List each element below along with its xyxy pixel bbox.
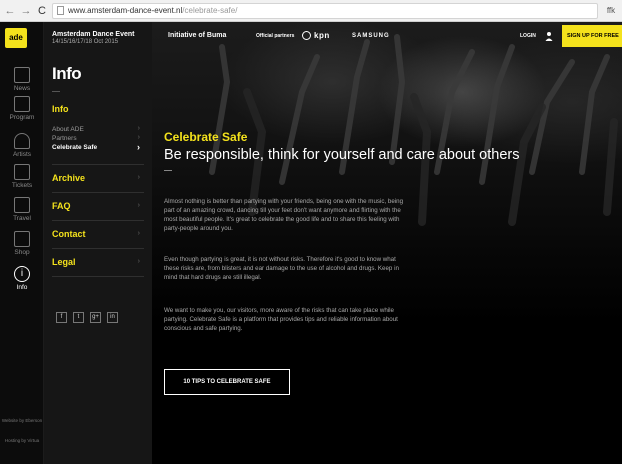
rail-item-news[interactable]: News	[0, 67, 44, 92]
top-bar: Initiative of Buma Official partners kpn…	[152, 22, 622, 50]
rail-item-label: Info	[16, 284, 28, 291]
google-plus-icon[interactable]: g+	[90, 312, 101, 323]
extension-icon[interactable]: ffk	[604, 6, 618, 15]
section-contact[interactable]: Contact	[52, 229, 86, 239]
hosting-credit[interactable]: Hosting by Virtua	[0, 438, 44, 444]
chevron-right-icon: ›	[137, 174, 140, 181]
user-icon[interactable]	[545, 31, 553, 41]
page-icon	[57, 6, 64, 15]
login-link[interactable]: LOGIN	[520, 33, 536, 39]
body-paragraph: Even though partying is great, it is not…	[164, 256, 399, 281]
ade-logo[interactable]: ade	[5, 28, 27, 48]
divider	[52, 192, 144, 193]
reload-button[interactable]: C	[36, 4, 48, 18]
travel-icon	[14, 197, 30, 213]
rail-item-tickets[interactable]: Tickets	[0, 164, 44, 189]
divider	[52, 220, 144, 221]
url-path: /celebrate-safe/	[182, 6, 238, 15]
main-content: Initiative of Buma Official partners kpn…	[152, 22, 622, 464]
body-paragraph: We want to make you, our visitors, more …	[164, 307, 398, 332]
artists-icon	[14, 133, 30, 149]
section-legal[interactable]: Legal	[52, 257, 76, 267]
title-underline	[164, 170, 172, 171]
initiative-label[interactable]: Initiative of Buma	[168, 32, 226, 39]
back-button[interactable]: ←	[4, 4, 16, 18]
menu-item-about-ade[interactable]: About ADE	[52, 126, 84, 133]
divider	[52, 276, 144, 277]
rail-item-travel[interactable]: Travel	[0, 197, 44, 222]
twitter-icon[interactable]: t	[73, 312, 84, 323]
panel-title: Info	[52, 64, 82, 83]
kpn-logo-icon	[302, 31, 311, 40]
rail-item-label: Tickets	[11, 182, 33, 189]
rail-item-info[interactable]: i Info	[0, 266, 44, 291]
chevron-right-icon: ›	[137, 125, 140, 132]
rail-item-label: Shop	[14, 249, 30, 256]
info-panel: Amsterdam Dance Event 14/15/16/17/18 Oct…	[44, 22, 152, 464]
tips-button[interactable]: 10 TIPS TO CELEBRATE SAFE	[164, 369, 290, 395]
forward-button[interactable]: →	[20, 4, 32, 18]
divider	[52, 248, 144, 249]
event-dates: 14/15/16/17/18 Oct 2015	[52, 39, 119, 45]
page-title: Celebrate Safe	[164, 130, 248, 144]
partners-label: Official partners	[256, 33, 295, 39]
url-host: www.amsterdam-dance-event.nl	[68, 6, 183, 15]
divider	[52, 164, 144, 165]
kpn-logo[interactable]: kpn	[314, 31, 330, 40]
browser-toolbar: ← → C www.amsterdam-dance-event.nl/celeb…	[0, 0, 622, 22]
chevron-right-icon: ›	[137, 142, 140, 152]
linkedin-icon[interactable]: in	[107, 312, 118, 323]
news-icon	[14, 67, 30, 83]
facebook-icon[interactable]: f	[56, 312, 67, 323]
menu-item-celebrate-safe[interactable]: Celebrate Safe	[52, 144, 97, 151]
website-credit[interactable]: Website by Eberson	[0, 418, 44, 424]
address-bar[interactable]: www.amsterdam-dance-event.nl/celebrate-s…	[52, 2, 598, 19]
shop-icon	[14, 231, 30, 247]
body-paragraph: Almost nothing is better than partying w…	[164, 198, 404, 232]
chevron-right-icon: ›	[137, 230, 140, 237]
info-icon: i	[14, 266, 30, 282]
menu-item-partners[interactable]: Partners	[52, 135, 77, 142]
section-info[interactable]: Info	[52, 104, 69, 114]
rail-item-artists[interactable]: Artists	[0, 133, 44, 158]
tickets-icon	[14, 164, 30, 180]
program-icon	[14, 96, 30, 112]
chevron-right-icon: ›	[137, 202, 140, 209]
event-name[interactable]: Amsterdam Dance Event	[52, 31, 134, 39]
icon-rail: ade News Program Artists Tickets Travel …	[0, 22, 44, 464]
chevron-right-icon: ›	[137, 258, 140, 265]
title-underline	[52, 91, 60, 92]
section-archive[interactable]: Archive	[52, 173, 85, 183]
section-faq[interactable]: FAQ	[52, 201, 71, 211]
sign-up-button[interactable]: SIGN UP FOR FREE	[562, 25, 622, 47]
rail-item-label: Travel	[13, 215, 31, 222]
chevron-right-icon: ›	[137, 134, 140, 141]
page-subtitle: Be responsible, think for yourself and c…	[164, 147, 520, 163]
rail-item-label: News	[13, 85, 31, 92]
samsung-logo[interactable]: SAMSUNG	[352, 33, 390, 39]
rail-item-label: Program	[9, 114, 35, 121]
rail-item-label: Artists	[12, 151, 32, 158]
rail-item-program[interactable]: Program	[0, 96, 44, 121]
rail-item-shop[interactable]: Shop	[0, 231, 44, 256]
